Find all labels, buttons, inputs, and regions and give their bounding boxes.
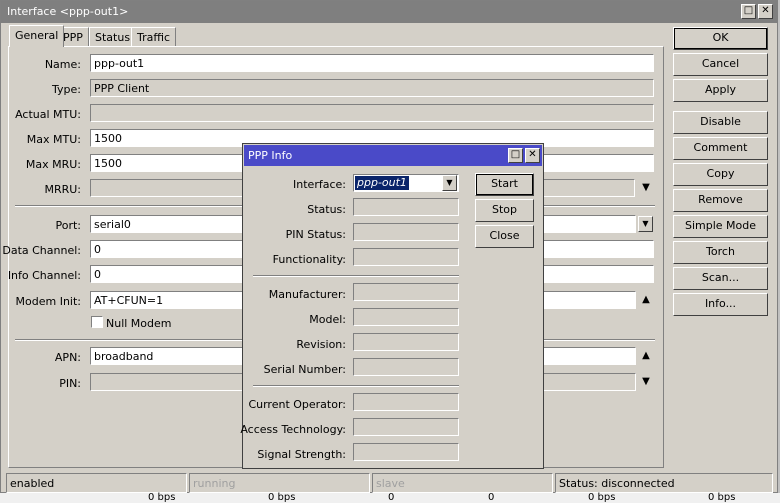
- ppp-info-dialog: PPP Info □ ✕ Interface: ppp-out1 ▼ Statu…: [240, 143, 544, 469]
- copy-button[interactable]: Copy: [673, 163, 768, 186]
- dlg-status-label: Status:: [307, 203, 346, 216]
- dlg-separator: [253, 275, 459, 277]
- status-connection: Status: disconnected: [555, 473, 773, 493]
- apn-label: APN:: [54, 351, 81, 364]
- dlg-model-label: Model:: [309, 313, 346, 326]
- disable-button[interactable]: Disable: [673, 111, 768, 134]
- dlg-functionality-field: [353, 248, 459, 266]
- dlg-close-button[interactable]: Close: [475, 225, 534, 248]
- type-label: Type:: [52, 83, 81, 96]
- dialog-restore-icon[interactable]: □: [508, 148, 523, 163]
- status-enabled: enabled: [6, 473, 187, 493]
- modem-init-collapse-icon[interactable]: ▲: [640, 294, 652, 305]
- simple-mode-button[interactable]: Simple Mode: [673, 215, 768, 238]
- dlg-current-operator-label: Current Operator:: [248, 398, 346, 411]
- dlg-interface-value: ppp-out1: [355, 176, 409, 190]
- restore-icon[interactable]: □: [741, 4, 756, 19]
- dialog-close-icon[interactable]: ✕: [525, 148, 540, 163]
- close-icon[interactable]: ✕: [758, 4, 773, 19]
- null-modem-checkbox[interactable]: [91, 316, 103, 328]
- dlg-status-field: [353, 198, 459, 216]
- actual-mtu-label: Actual MTU:: [15, 108, 81, 121]
- dlg-start-button[interactable]: Start: [475, 173, 534, 196]
- dlg-serial-number-field: [353, 358, 459, 376]
- dlg-current-operator-field: [353, 393, 459, 411]
- tab-traffic[interactable]: Traffic: [131, 27, 177, 46]
- pin-expand-icon[interactable]: ▼: [640, 376, 652, 387]
- dlg-manufacturer-label: Manufacturer:: [268, 288, 346, 301]
- actual-mtu-field: [90, 104, 654, 122]
- dlg-signal-strength-label: Signal Strength:: [257, 448, 346, 461]
- port-label: Port:: [55, 219, 81, 232]
- tab-general[interactable]: General: [9, 25, 65, 47]
- status-running: running: [189, 473, 370, 493]
- cancel-button[interactable]: Cancel: [673, 53, 768, 76]
- null-modem-label: Null Modem: [106, 317, 172, 330]
- bg-cell: 0 bps: [268, 492, 296, 503]
- apply-button[interactable]: Apply: [673, 79, 768, 102]
- remove-button[interactable]: Remove: [673, 189, 768, 212]
- dlg-serial-number-label: Serial Number:: [263, 363, 346, 376]
- dlg-access-technology-field: [353, 418, 459, 436]
- dlg-revision-field: [353, 333, 459, 351]
- status-slave: slave: [372, 473, 553, 493]
- dlg-revision-label: Revision:: [296, 338, 346, 351]
- mrru-expand-icon[interactable]: ▼: [640, 182, 652, 193]
- max-mtu-label: Max MTU:: [26, 133, 81, 146]
- window-title: Interface <ppp-out1>: [7, 5, 129, 18]
- tab-status[interactable]: Status: [89, 27, 137, 46]
- dlg-manufacturer-field: [353, 283, 459, 301]
- dlg-pin-status-label: PIN Status:: [285, 228, 346, 241]
- bg-cell: 0 bps: [588, 492, 616, 503]
- dlg-signal-strength-field: [353, 443, 459, 461]
- background-table-row: 0 bps 0 bps 0 0 0 bps 0 bps: [0, 493, 780, 503]
- dlg-model-field: [353, 308, 459, 326]
- bg-cell: 0 bps: [708, 492, 736, 503]
- bg-cell: 0: [388, 492, 395, 503]
- info-button[interactable]: Info...: [673, 293, 768, 316]
- scan-button[interactable]: Scan...: [673, 267, 768, 290]
- dlg-stop-button[interactable]: Stop: [475, 199, 534, 222]
- modem-init-label: Modem Init:: [15, 295, 81, 308]
- bg-cell: 0 bps: [148, 492, 176, 503]
- bg-cell: 0: [488, 492, 495, 503]
- title-bar[interactable]: Interface <ppp-out1> □ ✕: [1, 1, 779, 23]
- dialog-title-bar[interactable]: PPP Info □ ✕: [244, 145, 542, 166]
- dlg-access-technology-label: Access Technology:: [240, 423, 346, 436]
- type-field: PPP Client: [90, 79, 654, 97]
- apn-collapse-icon[interactable]: ▲: [640, 350, 652, 361]
- port-dropdown-icon[interactable]: ▼: [638, 216, 653, 232]
- dialog-title: PPP Info: [248, 149, 293, 162]
- pin-label: PIN:: [59, 377, 81, 390]
- max-mru-label: Max MRU:: [25, 158, 81, 171]
- torch-button[interactable]: Torch: [673, 241, 768, 264]
- dlg-pin-status-field: [353, 223, 459, 241]
- dlg-separator: [253, 385, 459, 387]
- data-channel-label: Data Channel:: [2, 244, 81, 257]
- dlg-interface-dropdown-icon[interactable]: ▼: [442, 175, 457, 191]
- ok-button[interactable]: OK: [673, 27, 768, 50]
- dlg-interface-label: Interface:: [293, 178, 346, 191]
- info-channel-label: Info Channel:: [7, 269, 81, 282]
- name-field[interactable]: ppp-out1: [90, 54, 654, 72]
- mrru-label: MRRU:: [44, 183, 81, 196]
- name-label: Name:: [44, 58, 81, 71]
- comment-button[interactable]: Comment: [673, 137, 768, 160]
- dlg-functionality-label: Functionality:: [272, 253, 346, 266]
